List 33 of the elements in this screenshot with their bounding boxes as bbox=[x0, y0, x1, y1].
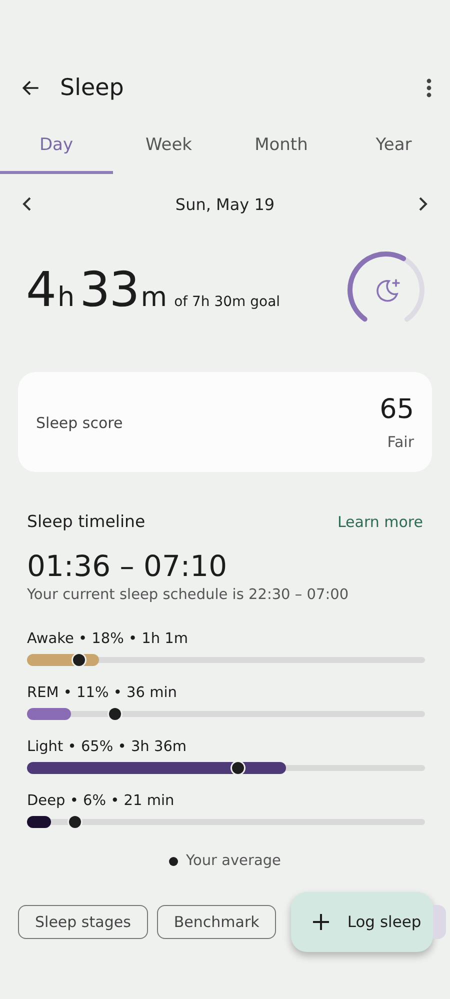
period-tab[interactable]: Year bbox=[338, 127, 450, 174]
sleep-time-range: 01:36 – 07:10 bbox=[27, 549, 228, 583]
legend-dot bbox=[169, 856, 178, 866]
period-tab[interactable]: Week bbox=[112, 127, 225, 174]
more-options-button[interactable] bbox=[426, 78, 432, 98]
period-tab[interactable]: Day bbox=[0, 127, 112, 174]
legend-label: Your average bbox=[186, 853, 281, 869]
stage-label: Deep • 6% • 21 min bbox=[27, 793, 176, 809]
schedule-text: Your current sleep schedule is 22:30 – 07:00 bbox=[27, 587, 350, 603]
score-value: 65 bbox=[380, 394, 414, 424]
page-title: Sleep bbox=[60, 75, 125, 101]
date-label: Sun, May 19 bbox=[175, 194, 275, 214]
score-rating: Fair bbox=[387, 432, 414, 450]
log-sleep-button[interactable]: Log sleep bbox=[291, 892, 434, 952]
sleep-score-card[interactable]: Sleep score 65 Fair bbox=[18, 372, 432, 472]
learn-more-link[interactable]: Learn more bbox=[337, 512, 423, 530]
filter-chip[interactable]: Sleep stages bbox=[18, 905, 148, 939]
sleep-hours: 4 bbox=[26, 262, 56, 318]
next-day-button[interactable] bbox=[418, 197, 428, 211]
section-title: Sleep timeline bbox=[27, 512, 146, 531]
filter-chip[interactable]: Benchmark bbox=[156, 905, 276, 939]
previous-day-button[interactable] bbox=[22, 197, 32, 211]
stage-label: Awake • 18% • 1h 1m bbox=[27, 631, 190, 647]
plus-icon bbox=[311, 912, 332, 932]
stage-label: Light • 65% • 3h 36m bbox=[27, 739, 188, 755]
score-label: Sleep score bbox=[36, 414, 123, 432]
sleep-minutes: 33 bbox=[80, 262, 139, 318]
stage-label: REM • 11% • 36 min bbox=[27, 685, 178, 701]
period-tab[interactable]: Month bbox=[225, 127, 338, 174]
sleep-goal: of 7h 30m goal bbox=[174, 294, 280, 310]
hours-unit: h bbox=[58, 282, 75, 313]
moon-icon bbox=[376, 279, 400, 302]
minutes-unit: m bbox=[140, 282, 168, 313]
